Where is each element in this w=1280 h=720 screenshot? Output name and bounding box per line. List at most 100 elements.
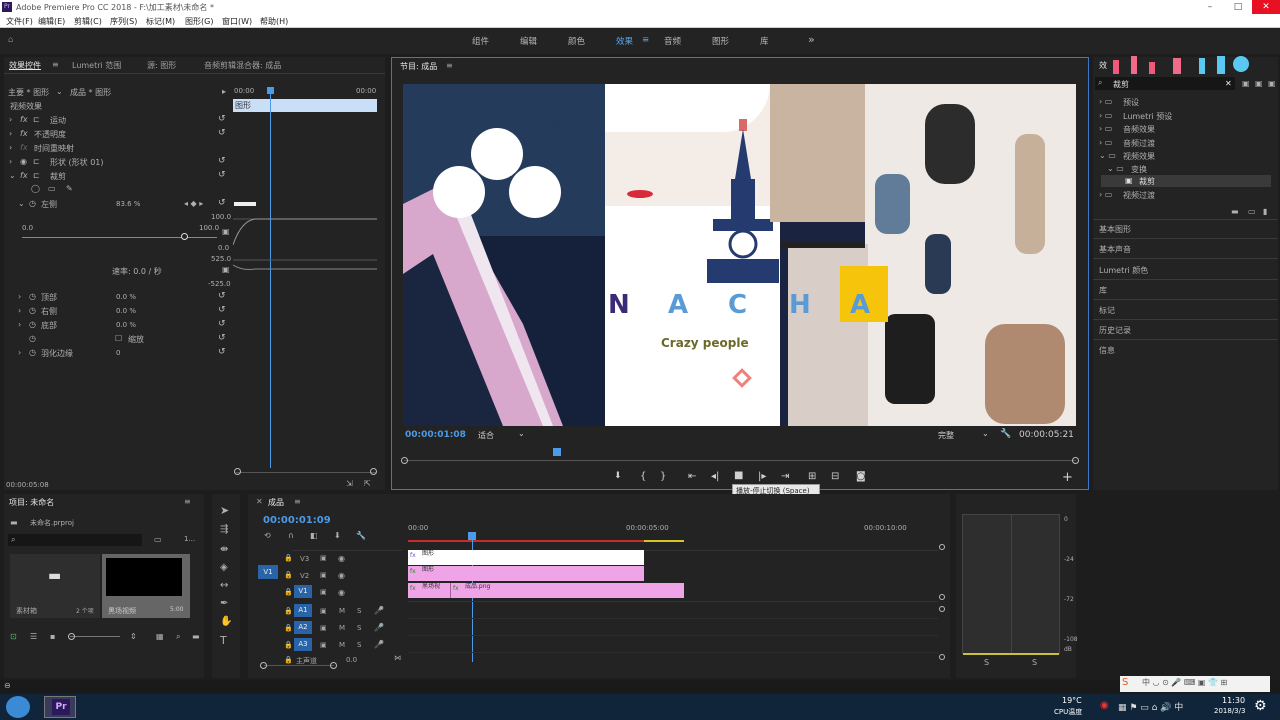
expand-icon[interactable]: ›	[18, 306, 21, 315]
tree-collapse-icon[interactable]: ⌄ ▭	[1099, 151, 1116, 160]
workspace-menu-icon[interactable]: ≡	[642, 35, 649, 45]
solo-button[interactable]: S	[357, 624, 361, 632]
left-slider-thumb[interactable]	[181, 233, 188, 240]
tab-menu-icon[interactable]: ≡	[52, 60, 59, 69]
reset-icon[interactable]: ↺	[218, 170, 226, 180]
ec-zoom-handle[interactable]	[370, 468, 377, 475]
lock-icon[interactable]: 🔒	[284, 554, 293, 562]
menu-window[interactable]: 窗口(W)	[222, 16, 252, 27]
premiere-taskbar-button[interactable]: Pr	[44, 696, 76, 718]
panel-essential-graphics[interactable]: 基本图形	[1099, 224, 1131, 235]
clear-search-icon[interactable]: ✕	[1225, 79, 1232, 88]
project-search-input[interactable]: ⌕	[8, 534, 142, 546]
extract-icon[interactable]: ⊟	[831, 471, 839, 482]
find-icon[interactable]: ⌕	[176, 632, 180, 642]
accelerated-filter-icon[interactable]: ▣	[1242, 79, 1250, 88]
go-to-end-icon[interactable]: ⋈	[394, 654, 401, 662]
marker-icon[interactable]: ⬇	[614, 471, 622, 481]
track-target-a1[interactable]: A1	[294, 604, 312, 617]
step-back-icon[interactable]: ◂|	[711, 471, 719, 482]
filter-icon[interactable]: ⇲	[346, 479, 353, 488]
timeline-settings-icon[interactable]: 🔧	[356, 531, 366, 540]
panel-essential-sound[interactable]: 基本声音	[1099, 244, 1131, 255]
expand-icon[interactable]: ›	[9, 143, 12, 152]
effect-shape[interactable]: 形状 (形状 01)	[50, 157, 104, 168]
reset-icon[interactable]: ↺	[218, 319, 226, 329]
timeline-playhead[interactable]	[468, 532, 476, 540]
tree-expand-icon[interactable]: › ▭	[1099, 124, 1112, 133]
sync-lock-icon[interactable]: ▣	[320, 607, 327, 615]
hscroll-handle[interactable]	[260, 662, 267, 669]
mic-icon[interactable]: 🎤	[374, 623, 384, 632]
mark-in-icon[interactable]: {	[640, 471, 646, 482]
workspace-assembly[interactable]: 组件	[472, 35, 489, 47]
tree-audio-transitions[interactable]: 音频过渡	[1123, 138, 1155, 149]
menu-marker[interactable]: 标记(M)	[146, 16, 175, 27]
expand-icon[interactable]: ›	[18, 292, 21, 301]
menu-clip[interactable]: 剪辑(C)	[74, 16, 102, 27]
scrub-handle[interactable]	[401, 457, 408, 464]
tree-video-effects[interactable]: 视频效果	[1123, 151, 1155, 162]
tray-icons[interactable]: ▦ ⚑ ▭ ⌂ 🔊 中	[1118, 700, 1183, 713]
tab-effects[interactable]: 效	[1099, 60, 1107, 71]
zoom-checkbox[interactable]: ☐	[115, 334, 122, 343]
reset-icon[interactable]: ↺	[218, 305, 226, 315]
linked-select-icon[interactable]: ∩	[288, 531, 294, 540]
expand-icon[interactable]: ›	[9, 129, 12, 138]
master-clip-select[interactable]: 主要 * 图形	[8, 87, 49, 98]
quality-select[interactable]: 完整	[938, 430, 954, 441]
maximize-button[interactable]: □	[1224, 0, 1252, 14]
mark-out-icon[interactable]: }	[660, 471, 666, 482]
marker-icon[interactable]: ⬇	[334, 531, 341, 540]
reset-icon[interactable]: ↺	[218, 198, 226, 208]
workspace-audio[interactable]: 音频	[664, 35, 681, 47]
mic-icon[interactable]: 🎤	[374, 606, 384, 615]
lock-icon[interactable]: 🔒	[284, 588, 293, 596]
reset-icon[interactable]: ↺	[218, 128, 226, 138]
panel-menu-icon[interactable]: ≡	[294, 497, 301, 506]
search-input[interactable]: ⌕ 裁剪	[1095, 77, 1235, 90]
new-bin-icon[interactable]: ▬	[1231, 207, 1239, 216]
automate-icon[interactable]: ▦	[156, 632, 164, 641]
sogou-icon[interactable]: S	[1122, 677, 1128, 688]
reset-icon[interactable]: ↺	[218, 347, 226, 357]
rect-mask-icon[interactable]: ▭	[48, 184, 56, 193]
track-target-a2[interactable]: A2	[294, 621, 312, 634]
reset-icon[interactable]: ↺	[218, 114, 226, 124]
list-view-icon[interactable]: ☰	[30, 632, 37, 641]
camera-icon[interactable]: ◙	[856, 471, 866, 482]
stopwatch-icon[interactable]: ◷	[29, 199, 36, 208]
fx-icon[interactable]: fx	[20, 129, 28, 138]
workspace-libraries[interactable]: 库	[760, 35, 769, 47]
stopwatch-icon[interactable]: ◷	[29, 334, 36, 343]
lock-icon[interactable]: ⊡	[10, 632, 17, 641]
eye-icon[interactable]: ◉	[338, 588, 345, 597]
program-timecode[interactable]: 00:00:01:08	[405, 430, 466, 440]
playhead-marker[interactable]	[267, 87, 274, 94]
reset-icon[interactable]: ↺	[218, 156, 226, 166]
wrench-icon[interactable]: 🔧	[1000, 429, 1011, 439]
panel-history[interactable]: 历史记录	[1099, 325, 1131, 336]
stopwatch-icon[interactable]: ◷	[29, 292, 36, 301]
sync-lock-icon[interactable]: ▣	[320, 588, 327, 596]
thumb-size-handle[interactable]	[68, 633, 75, 640]
tab-lumetri-scopes[interactable]: Lumetri 范围	[72, 60, 121, 71]
tree-presets[interactable]: 预设	[1123, 97, 1139, 108]
ellipse-mask-icon[interactable]: ◯	[31, 184, 40, 193]
lock-icon[interactable]: 🔒	[284, 607, 293, 615]
keyframe-nav-icon[interactable]: ◂ ◆ ▸	[184, 199, 203, 208]
panel-libraries[interactable]: 库	[1099, 285, 1107, 296]
start-button[interactable]	[6, 696, 30, 718]
black-video-item[interactable]: 黑场视频 5:00	[102, 554, 190, 618]
tree-expand-icon[interactable]: › ▭	[1099, 190, 1112, 199]
add-button-icon[interactable]: +	[1062, 470, 1073, 485]
effect-time-remap[interactable]: 时间重映射	[34, 143, 74, 154]
record-icon[interactable]: ◉	[1100, 700, 1109, 711]
vscroll-handle[interactable]	[939, 654, 945, 660]
tree-collapse-icon[interactable]: ⌄ ▭	[1107, 164, 1124, 173]
chevron-down-icon[interactable]: ⌄	[518, 429, 525, 438]
param-feather-value[interactable]: 0	[116, 349, 120, 357]
tree-expand-icon[interactable]: › ▭	[1099, 97, 1112, 106]
tree-transform[interactable]: 变换	[1131, 164, 1147, 175]
play-triangle-icon[interactable]: ▸	[222, 87, 226, 96]
